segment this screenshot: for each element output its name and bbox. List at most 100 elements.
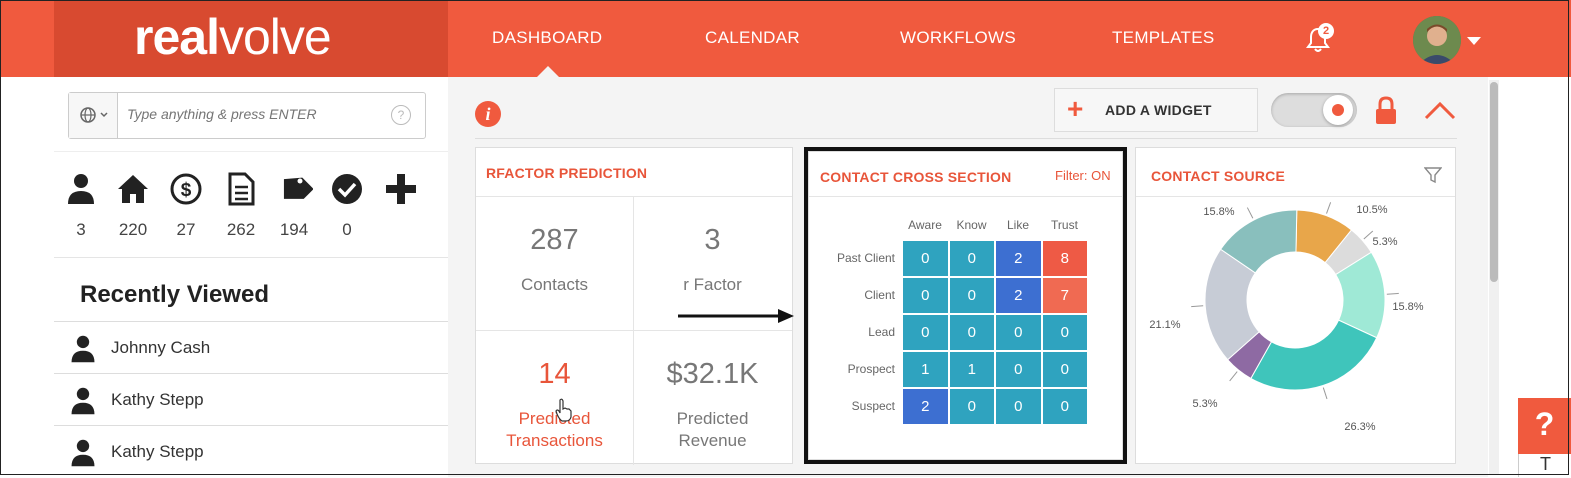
logo-area[interactable]: realvolve	[54, 0, 448, 77]
metric-value: 14	[538, 358, 571, 390]
contacts-stat[interactable]	[61, 172, 101, 206]
divider	[54, 257, 448, 258]
dollar-icon: $	[170, 173, 202, 205]
cross-section-cell[interactable]: 2	[902, 388, 949, 425]
row-header: Client	[864, 288, 895, 302]
cross-section-cell[interactable]: 0	[902, 314, 949, 351]
predicted-revenue-metric[interactable]: $32.1K Predicted Revenue	[634, 332, 791, 464]
tasks-stat[interactable]	[327, 172, 367, 206]
help-tab[interactable]: T	[1518, 454, 1571, 477]
globe-icon	[80, 107, 108, 123]
contacts-metric[interactable]: 287 Contacts	[476, 198, 633, 330]
cross-section-cell[interactable]: 0	[902, 277, 949, 314]
donut-label: 15.8%	[1203, 206, 1234, 218]
cross-section-cell[interactable]: 2	[995, 240, 1042, 277]
donut-leader-line	[1191, 305, 1204, 308]
sidebar: ? 3 220 $ 27 262 194	[54, 77, 449, 477]
metric-value: 3	[704, 224, 721, 256]
recent-item[interactable]: Johnny Cash	[54, 321, 448, 374]
donut-leader-line	[1246, 207, 1254, 219]
user-avatar[interactable]	[1413, 16, 1461, 64]
person-icon	[71, 335, 95, 363]
cross-section-cell[interactable]: 0	[902, 240, 949, 277]
filter-funnel-icon[interactable]	[1424, 166, 1442, 184]
person-icon	[71, 439, 95, 467]
donut-label: 5.3%	[1372, 236, 1397, 248]
search-input[interactable]	[125, 105, 379, 123]
edit-mode-toggle[interactable]	[1271, 93, 1357, 127]
documents-count: 262	[226, 220, 256, 239]
notification-badge: 2	[1318, 23, 1334, 39]
add-stat-button[interactable]	[381, 172, 421, 206]
person-icon	[68, 174, 94, 204]
tasks-count: 0	[342, 220, 352, 239]
add-widget-button[interactable]: + ADD A WIDGET	[1054, 88, 1258, 132]
cross-section-cell[interactable]: 1	[902, 351, 949, 388]
nav-dashboard[interactable]: DASHBOARD	[492, 28, 602, 48]
cross-section-cell[interactable]: 7	[1041, 277, 1088, 314]
cross-section-cell[interactable]: 0	[948, 240, 995, 277]
svg-text:$: $	[181, 180, 192, 201]
lock-icon[interactable]	[1374, 96, 1398, 126]
card-title: CONTACT SOURCE	[1151, 168, 1285, 184]
person-icon	[71, 387, 95, 415]
cross-section-cell[interactable]: 0	[1041, 388, 1088, 425]
search-help-icon[interactable]: ?	[391, 105, 411, 125]
nav-workflows[interactable]: WORKFLOWS	[900, 28, 1016, 48]
info-icon[interactable]: i	[475, 101, 501, 127]
transactions-stat[interactable]: $	[166, 172, 206, 206]
tags-stat[interactable]	[274, 172, 314, 206]
toggle-knob	[1323, 95, 1353, 125]
search-scope-dropdown[interactable]	[69, 93, 118, 138]
properties-stat[interactable]	[113, 172, 153, 206]
recent-item-name: Kathy Stepp	[111, 390, 204, 409]
recently-viewed-title: Recently Viewed	[80, 281, 269, 308]
donut-label: 5.3%	[1192, 398, 1217, 410]
donut-leader-line	[1322, 387, 1328, 400]
plus-icon	[386, 174, 416, 204]
column-header: Know	[956, 218, 987, 232]
help-button[interactable]: ?	[1518, 398, 1571, 454]
properties-count: 220	[118, 220, 148, 239]
column-header: Like	[1006, 218, 1029, 232]
card-title: RFACTOR PREDICTION	[486, 165, 648, 181]
column-header: Trust	[1051, 218, 1078, 232]
cross-section-cell[interactable]: 0	[995, 351, 1042, 388]
cross-section-cell[interactable]: 0	[1041, 351, 1088, 388]
recent-item[interactable]: Kathy Stepp	[54, 425, 448, 478]
active-nav-indicator	[537, 66, 559, 77]
collapse-chevron-up-icon[interactable]	[1424, 100, 1456, 120]
cross-section-cell[interactable]: 0	[948, 277, 995, 314]
donut-slice[interactable]	[1250, 319, 1378, 391]
check-circle-icon	[332, 174, 362, 204]
document-icon	[228, 172, 255, 206]
metric-value: $32.1K	[666, 358, 759, 390]
cross-section-cell[interactable]: 0	[1041, 314, 1088, 351]
cross-section-cell[interactable]: 0	[948, 314, 995, 351]
recent-item-name: Johnny Cash	[111, 338, 211, 357]
search-bar: ?	[68, 92, 426, 139]
cross-section-cell[interactable]: 1	[948, 351, 995, 388]
scrollbar-thumb[interactable]	[1490, 82, 1498, 282]
donut-label: 15.8%	[1392, 301, 1423, 313]
cross-section-cell[interactable]: 8	[1041, 240, 1088, 277]
row-header: Lead	[868, 325, 895, 339]
row-header: Suspect	[851, 399, 895, 413]
cross-section-cell[interactable]: 0	[948, 388, 995, 425]
divider	[54, 151, 448, 152]
metric-label: Predicted Revenue	[676, 409, 749, 450]
documents-stat[interactable]	[221, 172, 261, 206]
cross-section-cell[interactable]: 2	[995, 277, 1042, 314]
cross-section-cell[interactable]: 0	[995, 314, 1042, 351]
recent-item[interactable]: Kathy Stepp	[54, 373, 448, 426]
contacts-count: 3	[76, 220, 86, 239]
recent-item-name: Kathy Stepp	[111, 442, 204, 461]
cross-section-cell[interactable]: 0	[995, 388, 1042, 425]
add-widget-label: ADD A WIDGET	[1105, 102, 1212, 118]
nav-templates[interactable]: TEMPLATES	[1112, 28, 1215, 48]
realvolve-logo[interactable]: realvolve	[134, 8, 332, 66]
user-menu-caret-icon[interactable]	[1467, 37, 1481, 45]
tags-count: 194	[279, 220, 309, 239]
nav-calendar[interactable]: CALENDAR	[705, 28, 800, 48]
metric-label: r Factor	[683, 275, 742, 294]
